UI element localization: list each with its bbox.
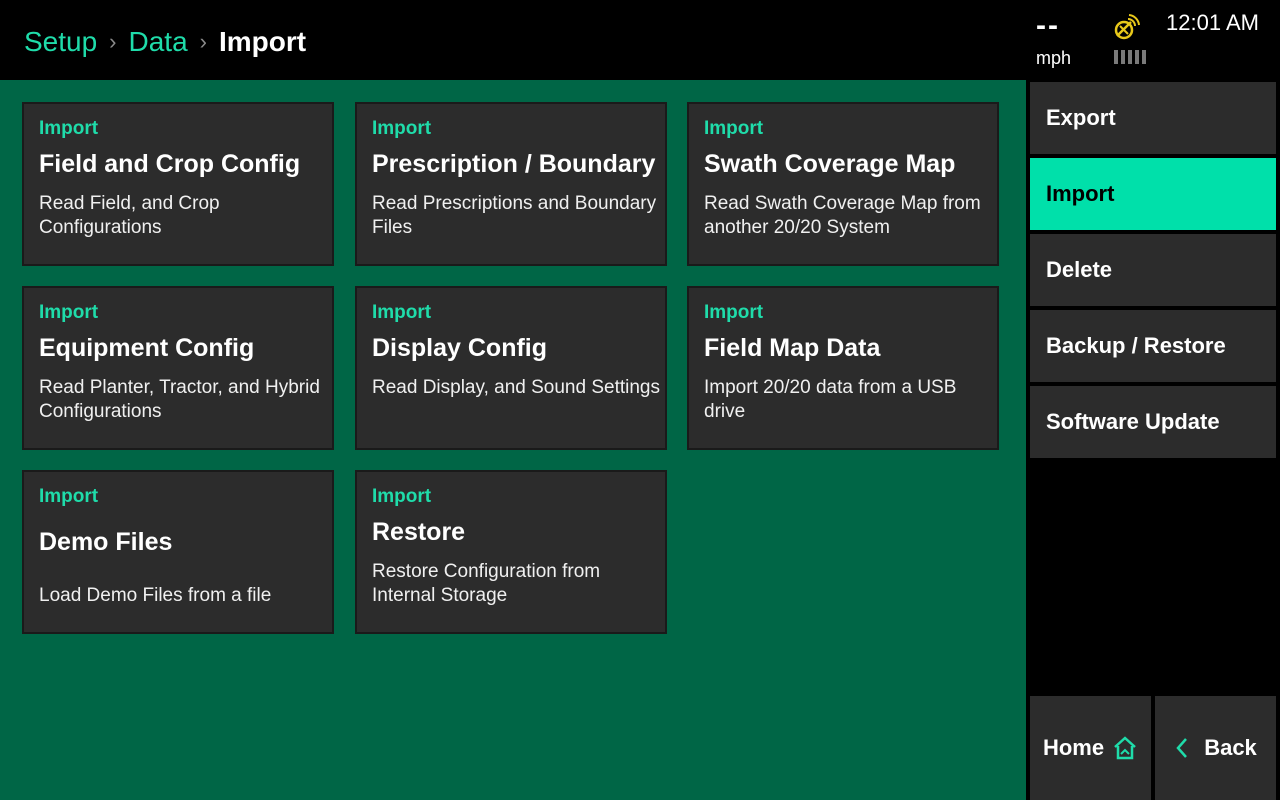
gps-status[interactable]: [1112, 12, 1152, 68]
speed-value: --: [1036, 9, 1060, 42]
card-tag: Import: [704, 302, 764, 323]
card-title: Equipment Config: [39, 334, 255, 362]
sidebar-item-backup-restore[interactable]: Backup / Restore: [1030, 310, 1276, 382]
back-button[interactable]: Back: [1155, 696, 1276, 800]
sidebar-item-import[interactable]: Import: [1030, 158, 1276, 230]
card-description: Import 20/20 data from a USB drive: [704, 377, 957, 422]
card-title: Swath Coverage Map: [704, 150, 956, 178]
card-description: Restore Configuration from Internal Stor…: [372, 561, 601, 606]
card-description: Load Demo Files from a file: [39, 585, 272, 606]
breadcrumb-separator: ›: [199, 29, 207, 54]
speed-unit: mph: [1036, 48, 1072, 68]
card-restore[interactable]: Import Restore Restore Configuration fro…: [355, 470, 667, 634]
card-description: Read Planter, Tractor, and Hybrid Config…: [39, 377, 320, 422]
breadcrumb-data[interactable]: Data: [129, 26, 188, 58]
card-swath-coverage-map[interactable]: Import Swath Coverage Map Read Swath Cov…: [687, 102, 999, 266]
card-tag: Import: [372, 486, 432, 507]
breadcrumb-current: Import: [218, 26, 307, 57]
breadcrumb-separator: ›: [109, 29, 117, 54]
card-description: Read Prescriptions and Boundary Files: [372, 193, 657, 238]
home-button[interactable]: Home: [1030, 696, 1151, 800]
sidebar-item-software-update[interactable]: Software Update: [1030, 386, 1276, 458]
card-tag: Import: [39, 118, 99, 139]
card-title: Prescription / Boundary: [372, 150, 656, 178]
card-demo-files[interactable]: Import Demo Files Load Demo Files from a…: [22, 470, 334, 634]
card-tag: Import: [704, 118, 764, 139]
card-title: Field and Crop Config: [39, 150, 301, 178]
satellite-dish-icon: [1114, 14, 1140, 40]
import-options-panel: Import Field and Crop Config Read Field,…: [0, 80, 1026, 800]
gps-signal-bars: [1114, 50, 1146, 64]
breadcrumb-setup[interactable]: Setup: [24, 26, 97, 58]
card-field-map-data[interactable]: Import Field Map Data Import 20/20 data …: [687, 286, 999, 450]
top-bar: Setup › Data › Import -- mph 12:01 AM: [0, 0, 1280, 80]
card-display-config[interactable]: Import Display Config Read Display, and …: [355, 286, 667, 450]
card-tag: Import: [39, 302, 99, 323]
clock: 12:01 AM: [1166, 10, 1259, 35]
card-title: Field Map Data: [704, 334, 881, 362]
data-sidebar: Export Import Delete Backup / Restore So…: [1026, 80, 1280, 800]
card-description: Read Display, and Sound Settings: [372, 377, 660, 398]
card-title: Display Config: [372, 334, 548, 362]
card-description: Read Swath Coverage Map from another 20/…: [704, 193, 981, 238]
card-title: Restore: [372, 518, 466, 546]
card-title: Demo Files: [39, 528, 173, 556]
card-tag: Import: [372, 118, 432, 139]
home-label: Home: [1042, 735, 1105, 760]
card-prescription-boundary[interactable]: Import Prescription / Boundary Read Pres…: [355, 102, 667, 266]
card-tag: Import: [39, 486, 99, 507]
card-field-crop-config[interactable]: Import Field and Crop Config Read Field,…: [22, 102, 334, 266]
breadcrumb: Setup › Data › Import: [24, 22, 306, 62]
sidebar-item-delete[interactable]: Delete: [1030, 234, 1276, 306]
back-label: Back: [1204, 735, 1257, 760]
chevron-left-icon: [1176, 738, 1188, 758]
speed-readout: -- mph: [1036, 8, 1096, 69]
card-description: Read Field, and Crop Configurations: [39, 193, 220, 238]
card-equipment-config[interactable]: Import Equipment Config Read Planter, Tr…: [22, 286, 334, 450]
sidebar-item-export[interactable]: Export: [1030, 82, 1276, 154]
card-tag: Import: [372, 302, 432, 323]
home-icon: [1114, 736, 1136, 760]
